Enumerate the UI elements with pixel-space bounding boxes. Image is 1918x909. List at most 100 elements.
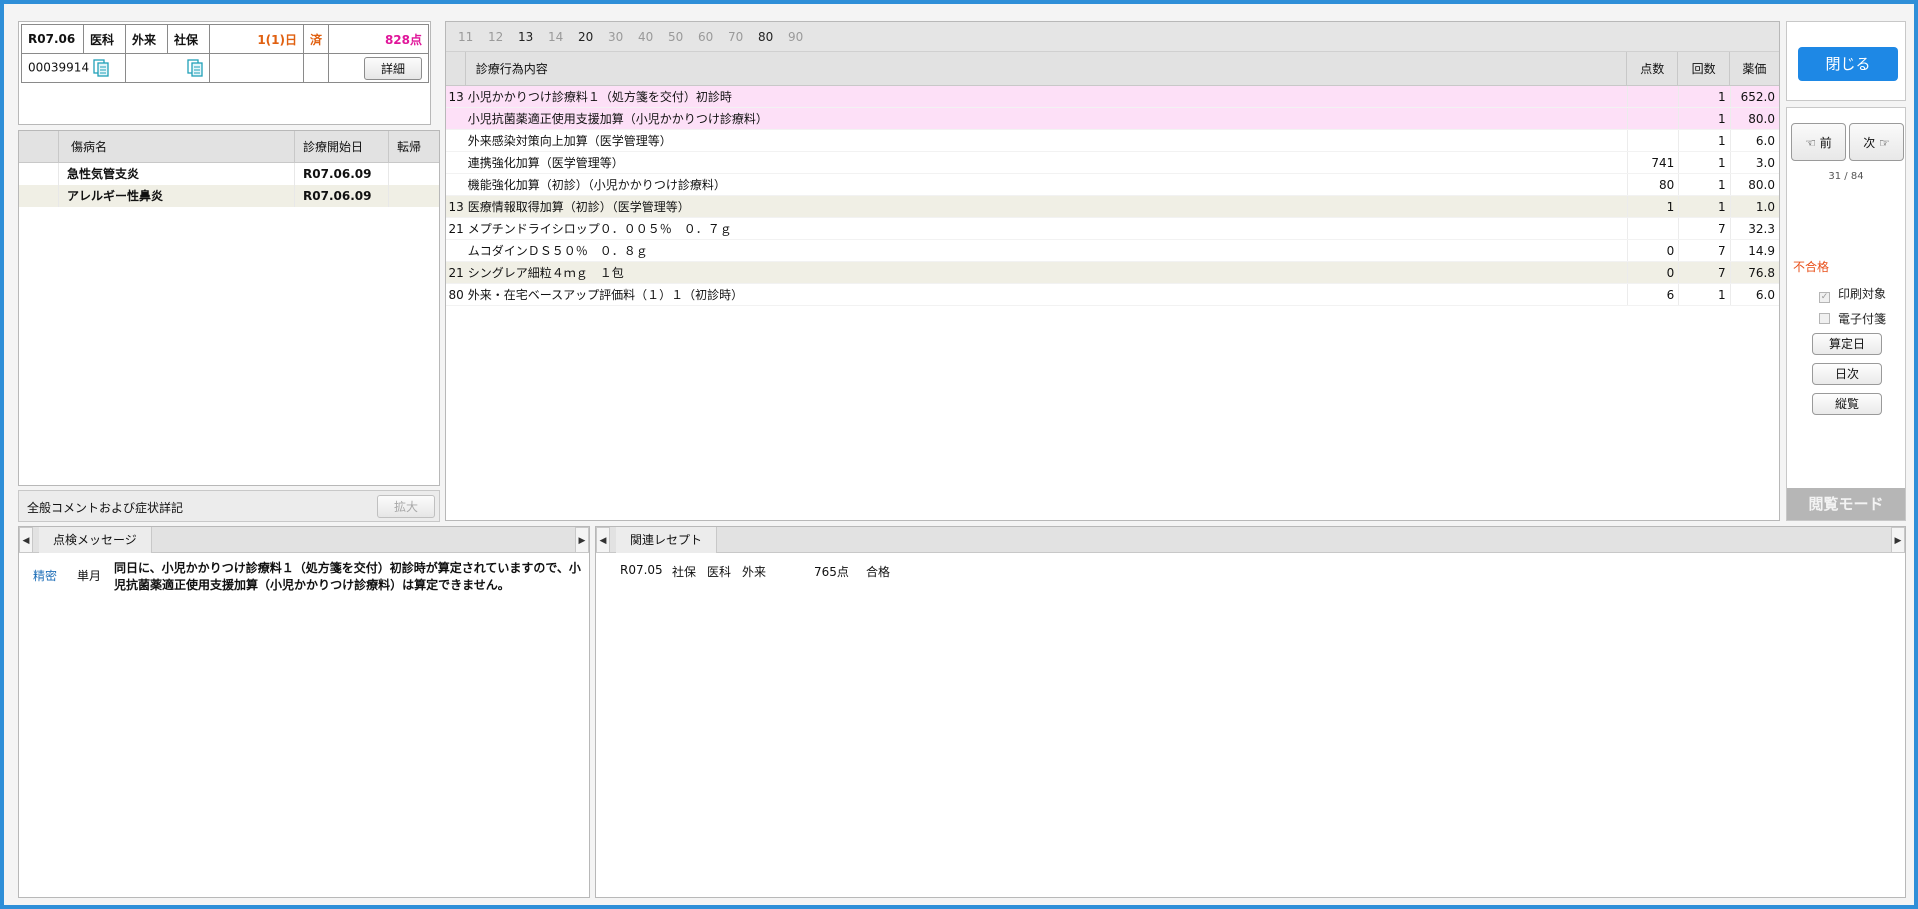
act-row[interactable]: 21 シングレア細粒４ｍｇ １包 0 7 76.8 <box>446 262 1779 284</box>
act-row[interactable]: 13 小児かかりつけ診療料１（処方箋を交付）初診時 1 652.0 <box>446 86 1779 108</box>
copy-icon[interactable] <box>187 59 203 77</box>
general-comment-bar: 全般コメントおよび症状詳記 拡大 <box>18 490 440 522</box>
day-filter-70[interactable]: 70 <box>728 30 758 44</box>
act-row[interactable]: 外来感染対策向上加算（医学管理等） 1 6.0 <box>446 130 1779 152</box>
act-row[interactable]: 連携強化加算（医学管理等） 741 1 3.0 <box>446 152 1779 174</box>
e-sticky-checkbox[interactable]: 電子付箋 <box>1819 310 1886 327</box>
checkmark-icon: ✓ <box>1819 292 1830 303</box>
copy-icon[interactable] <box>93 59 109 77</box>
act-count: 1 <box>1678 174 1729 195</box>
act-row[interactable]: 80 外来・在宅ベースアップ評価料（１）１（初診時） 6 1 6.0 <box>446 284 1779 306</box>
column-outcome[interactable]: 転帰 <box>389 131 439 162</box>
detail-button[interactable]: 詳細 <box>364 56 423 80</box>
day-filter-90[interactable]: 90 <box>788 30 818 44</box>
act-price: 76.8 <box>1729 262 1779 283</box>
related-result: 合格 <box>866 565 891 579</box>
column-disease-name[interactable]: 傷病名 <box>59 131 295 162</box>
tab-related-receipts[interactable]: 関連レセプト <box>616 527 718 553</box>
print-target-checkbox[interactable]: ✓ 印刷対象 <box>1819 285 1886 303</box>
day-filter-11[interactable]: 11 <box>458 30 488 44</box>
scroll-left-arrow-icon[interactable]: ◀ <box>596 527 610 553</box>
application-window: R07.06 医科 外来 社保 1(1)日 済 828点 00039914 詳細… <box>0 0 1918 909</box>
act-row[interactable]: 21 メプチンドライシロップ０．００５％ ０．７ｇ 7 32.3 <box>446 218 1779 240</box>
scroll-right-arrow-icon[interactable]: ▶ <box>1891 527 1905 553</box>
act-price: 32.3 <box>1729 218 1779 239</box>
acts-body: 13 小児かかりつけ診療料１（処方箋を交付）初診時 1 652.0 小児抗菌薬適正使用支… <box>446 86 1779 306</box>
act-count: 1 <box>1678 130 1729 151</box>
column-act-content[interactable]: 診療行為内容 <box>466 52 1628 85</box>
check-status: 不合格 <box>1793 260 1830 274</box>
related-receipt-row[interactable]: R07.05 社保 医科 外来 765点 合格 <box>620 563 906 580</box>
act-content: 小児抗菌薬適正使用支援加算（小児かかりつけ診療料） <box>467 112 768 126</box>
related-visit-type: 外来 <box>742 565 767 579</box>
overview-button[interactable]: 縦覧 <box>1812 393 1882 415</box>
act-content: 外来感染対策向上加算（医学管理等） <box>467 134 672 148</box>
column-points[interactable]: 点数 <box>1627 52 1679 85</box>
act-row[interactable]: 機能強化加算（初診）（小児かかりつけ診療料） 80 1 80.0 <box>446 174 1779 196</box>
hand-pointing-right-icon: ☞ <box>1879 136 1890 150</box>
medical-acts-panel: 11 12 13 14 20 30 40 50 60 70 80 90 診療行為… <box>445 21 1780 521</box>
act-points: 1 <box>1626 196 1678 217</box>
expand-button[interactable]: 拡大 <box>377 495 435 518</box>
record-counter: 31 / 84 <box>1828 171 1864 182</box>
prev-button[interactable]: ☜ 前 <box>1791 123 1846 161</box>
diagnosis-row[interactable]: アレルギー性鼻炎 R07.06.09 <box>19 185 439 207</box>
message-text: 同日に、小児かかりつけ診療料１（処方箋を交付）初診時が算定されていますので、小児… <box>114 561 581 592</box>
related-tabbar: ◀ 関連レセプト ▶ <box>596 527 1905 553</box>
day-filter-14[interactable]: 14 <box>548 30 578 44</box>
act-count: 1 <box>1678 284 1729 305</box>
treatment-days: 1(1)日 <box>209 24 304 54</box>
next-button[interactable]: 次 ☞ <box>1849 123 1904 161</box>
day-filter-80[interactable]: 80 <box>758 30 788 44</box>
start-date: R07.06.09 <box>295 163 389 185</box>
day-filter-20[interactable]: 20 <box>578 30 608 44</box>
day-filter-60[interactable]: 60 <box>698 30 728 44</box>
related-receipts-panel: ◀ 関連レセプト ▶ R07.05 社保 医科 外来 765点 合格 <box>595 526 1906 898</box>
done-flag: 済 <box>302 24 330 54</box>
act-points: 6 <box>1626 284 1678 305</box>
act-code <box>446 152 466 173</box>
act-count: 1 <box>1678 152 1729 173</box>
act-row[interactable]: 小児抗菌薬適正使用支援加算（小児かかりつけ診療料） 1 80.0 <box>446 108 1779 130</box>
calc-day-button[interactable]: 算定日 <box>1812 333 1882 355</box>
day-filter-30[interactable]: 30 <box>608 30 638 44</box>
copy-cell <box>125 53 210 83</box>
diagnosis-panel: 傷病名 診療開始日 転帰 急性気管支炎 R07.06.09 アレルギー性鼻炎 R… <box>18 130 440 486</box>
act-count: 1 <box>1678 86 1729 107</box>
close-button[interactable]: 閉じる <box>1798 47 1898 81</box>
column-price[interactable]: 薬価 <box>1730 52 1779 85</box>
act-price: 3.0 <box>1729 152 1779 173</box>
print-target-label: 印刷対象 <box>1838 287 1887 301</box>
category-label: 医科 <box>83 24 126 54</box>
start-date: R07.06.09 <box>295 185 389 207</box>
related-points: 765点 <box>814 565 849 579</box>
act-content: メプチンドライシロップ０．００５％ ０．７ｇ <box>467 222 732 236</box>
day-filter-12[interactable]: 12 <box>488 30 518 44</box>
act-price: 80.0 <box>1729 174 1779 195</box>
day-filter-50[interactable]: 50 <box>668 30 698 44</box>
daily-button[interactable]: 日次 <box>1812 363 1882 385</box>
act-content: 小児かかりつけ診療料１（処方箋を交付）初診時 <box>467 90 732 104</box>
scroll-left-arrow-icon[interactable]: ◀ <box>19 527 33 553</box>
check-messages-panel: ◀ 点検メッセージ ▶ 精密 単月 同日に、小児かかりつけ診療料１（処方箋を交付… <box>18 526 590 898</box>
insurance-label: 社保 <box>167 24 210 54</box>
disease-name: アレルギー性鼻炎 <box>59 185 295 207</box>
act-points: 80 <box>1626 174 1678 195</box>
act-row[interactable]: 13 医療情報取得加算（初診）（医学管理等） 1 1 1.0 <box>446 196 1779 218</box>
code-column <box>446 52 466 85</box>
diagnosis-row[interactable]: 急性気管支炎 R07.06.09 <box>19 163 439 185</box>
day-filter-40[interactable]: 40 <box>638 30 668 44</box>
act-content: 機能強化加算（初診）（小児かかりつけ診療料） <box>467 178 726 192</box>
scroll-right-arrow-icon[interactable]: ▶ <box>575 527 589 553</box>
act-price: 652.0 <box>1729 86 1779 107</box>
act-points: 741 <box>1626 152 1678 173</box>
column-count[interactable]: 回数 <box>1678 52 1730 85</box>
act-code <box>446 240 466 261</box>
act-row[interactable]: ムコダインＤＳ５０％ ０．８ｇ 0 7 14.9 <box>446 240 1779 262</box>
patient-id: 00039914 <box>28 60 90 75</box>
act-count: 7 <box>1678 240 1729 261</box>
day-filter-13[interactable]: 13 <box>518 30 548 44</box>
browse-mode-indicator: 閲覧モード <box>1787 488 1905 520</box>
column-start-date[interactable]: 診療開始日 <box>295 131 389 162</box>
tab-check-messages[interactable]: 点検メッセージ <box>39 527 152 553</box>
